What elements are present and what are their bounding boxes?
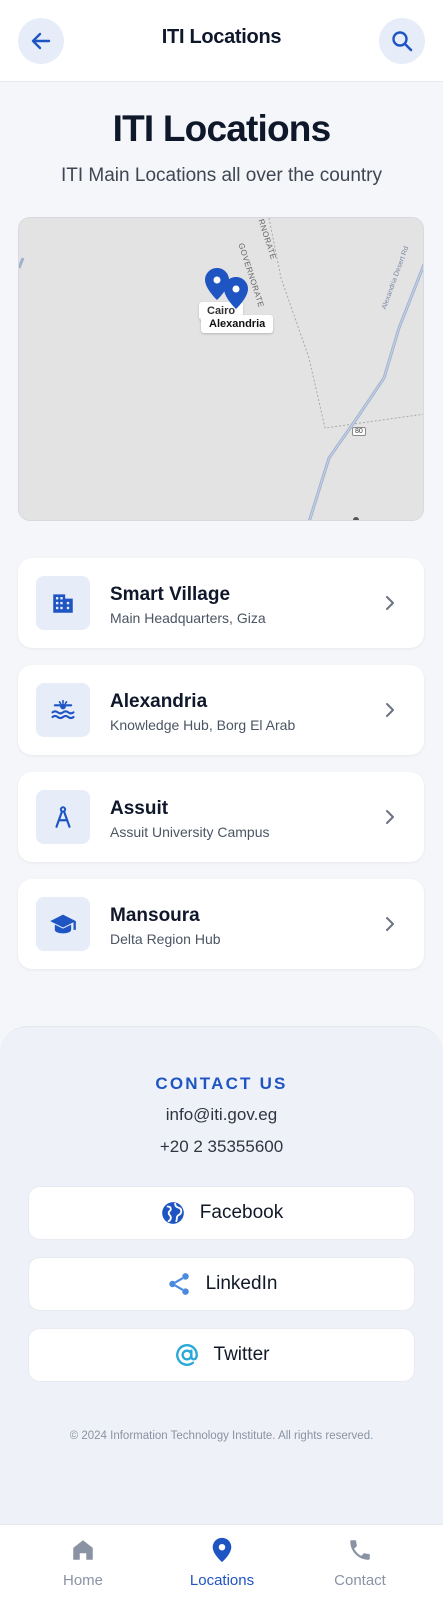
search-icon [392,31,413,52]
contact-email[interactable]: info@iti.gov.eg [0,1105,443,1125]
location-description: Delta Region Hub [110,931,221,947]
nav-contact-label: Contact [334,1572,386,1589]
location-name: Assuit [110,798,169,819]
copyright-text: © 2024 Information Technology Institute.… [69,1430,374,1442]
chevron-right-icon [386,810,394,824]
globe-icon [161,1202,184,1224]
location-name: Smart Village [110,584,231,605]
locations-map[interactable]: GOVERNORATE RNORATE 80 Alexandria Desert… [18,217,424,521]
at-sign-icon [175,1344,198,1366]
page-title: ITI Locations [112,108,332,149]
map-background [19,218,423,520]
map-road-sign: 80 [352,427,366,436]
location-name: Mansoura [110,905,200,926]
share-icon [168,1273,189,1295]
contact-heading: CONTACT US [155,1074,288,1093]
app-bar-title: ITI Locations [161,26,282,48]
twitter-label: Twitter [213,1344,270,1365]
chevron-right-icon [386,703,394,717]
location-card-smart-village[interactable]: Smart Village Main Headquarters, Giza [18,558,424,648]
chevron-right-icon [386,917,394,931]
chevron-right-icon [386,596,394,610]
nav-home[interactable]: Home [9,1525,157,1600]
page-subtitle: ITI Main Locations all over the country [60,165,383,186]
location-pin-icon [212,1537,232,1563]
facebook-button[interactable]: Facebook [28,1186,415,1240]
home-icon [73,1540,93,1560]
map-label-alexandria: Alexandria [201,315,274,333]
linkedin-button[interactable]: LinkedIn [28,1257,415,1311]
location-card-alexandria[interactable]: Alexandria Knowledge Hub, Borg El Arab [18,665,424,755]
location-card-mansoura[interactable]: Mansoura Delta Region Hub [18,879,424,969]
nav-locations-label: Locations [189,1572,255,1589]
graduation-cap-icon [36,897,90,951]
nav-home-label: Home [62,1572,103,1589]
location-description: Knowledge Hub, Borg El Arab [110,717,296,733]
twitter-button[interactable]: Twitter [28,1328,415,1382]
phone-icon [350,1540,370,1560]
linkedin-label: LinkedIn [205,1273,278,1294]
top-app-bar: ITI Locations [0,0,443,82]
search-button[interactable] [379,18,425,64]
contact-phone[interactable]: +20 2 35355600 [0,1137,443,1157]
location-description: Assuit University Campus [110,824,270,840]
nav-contact[interactable]: Contact [286,1525,434,1600]
compass-icon [36,790,90,844]
building-icon [36,576,90,630]
facebook-label: Facebook [199,1202,284,1223]
nav-locations[interactable]: Locations [148,1525,296,1600]
location-name: Alexandria [110,691,208,712]
location-card-assuit[interactable]: Assuit Assuit University Campus [18,772,424,862]
location-description: Main Headquarters, Giza [110,610,266,626]
bottom-navigation: Home Locations Contact [0,1524,443,1600]
map-pin-alexandria[interactable] [224,277,248,309]
waves-icon [36,683,90,737]
